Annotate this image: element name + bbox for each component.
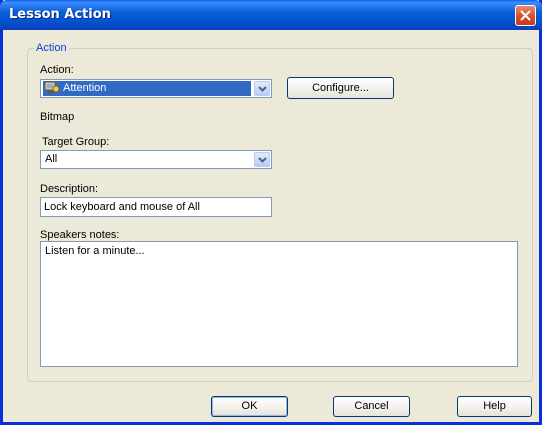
action-group-label: Action	[34, 42, 69, 54]
cancel-button[interactable]: Cancel	[333, 396, 410, 417]
chevron-down-icon	[258, 86, 267, 92]
target-group-dropdown[interactable]: All	[40, 150, 272, 169]
action-value-text: Attention	[63, 82, 107, 94]
action-dropdown[interactable]: Attention	[40, 79, 272, 98]
close-button[interactable]	[515, 5, 536, 26]
action-label: Action:	[40, 64, 74, 76]
chevron-down-icon	[258, 157, 267, 163]
target-group-label: Target Group:	[42, 136, 110, 148]
ok-button[interactable]: OK	[211, 396, 288, 417]
description-field[interactable]: Lock keyboard and mouse of All	[40, 197, 272, 217]
title-bar[interactable]: Lesson Action	[0, 0, 542, 30]
help-button[interactable]: Help	[457, 396, 532, 417]
target-group-value: All	[45, 153, 58, 165]
description-label: Description:	[40, 183, 99, 195]
action-dropdown-value: Attention	[43, 81, 251, 96]
target-group-dropdown-arrow[interactable]	[254, 152, 270, 167]
speakers-notes-field[interactable]: Listen for a minute...	[40, 241, 518, 367]
window-title: Lesson Action	[9, 7, 111, 22]
attention-icon	[45, 81, 59, 93]
configure-button[interactable]: Configure...	[287, 77, 394, 99]
action-dropdown-arrow[interactable]	[254, 81, 270, 96]
speakers-notes-label: Speakers notes:	[40, 229, 120, 241]
bitmap-label: Bitmap	[40, 111, 75, 123]
close-icon	[520, 10, 531, 21]
